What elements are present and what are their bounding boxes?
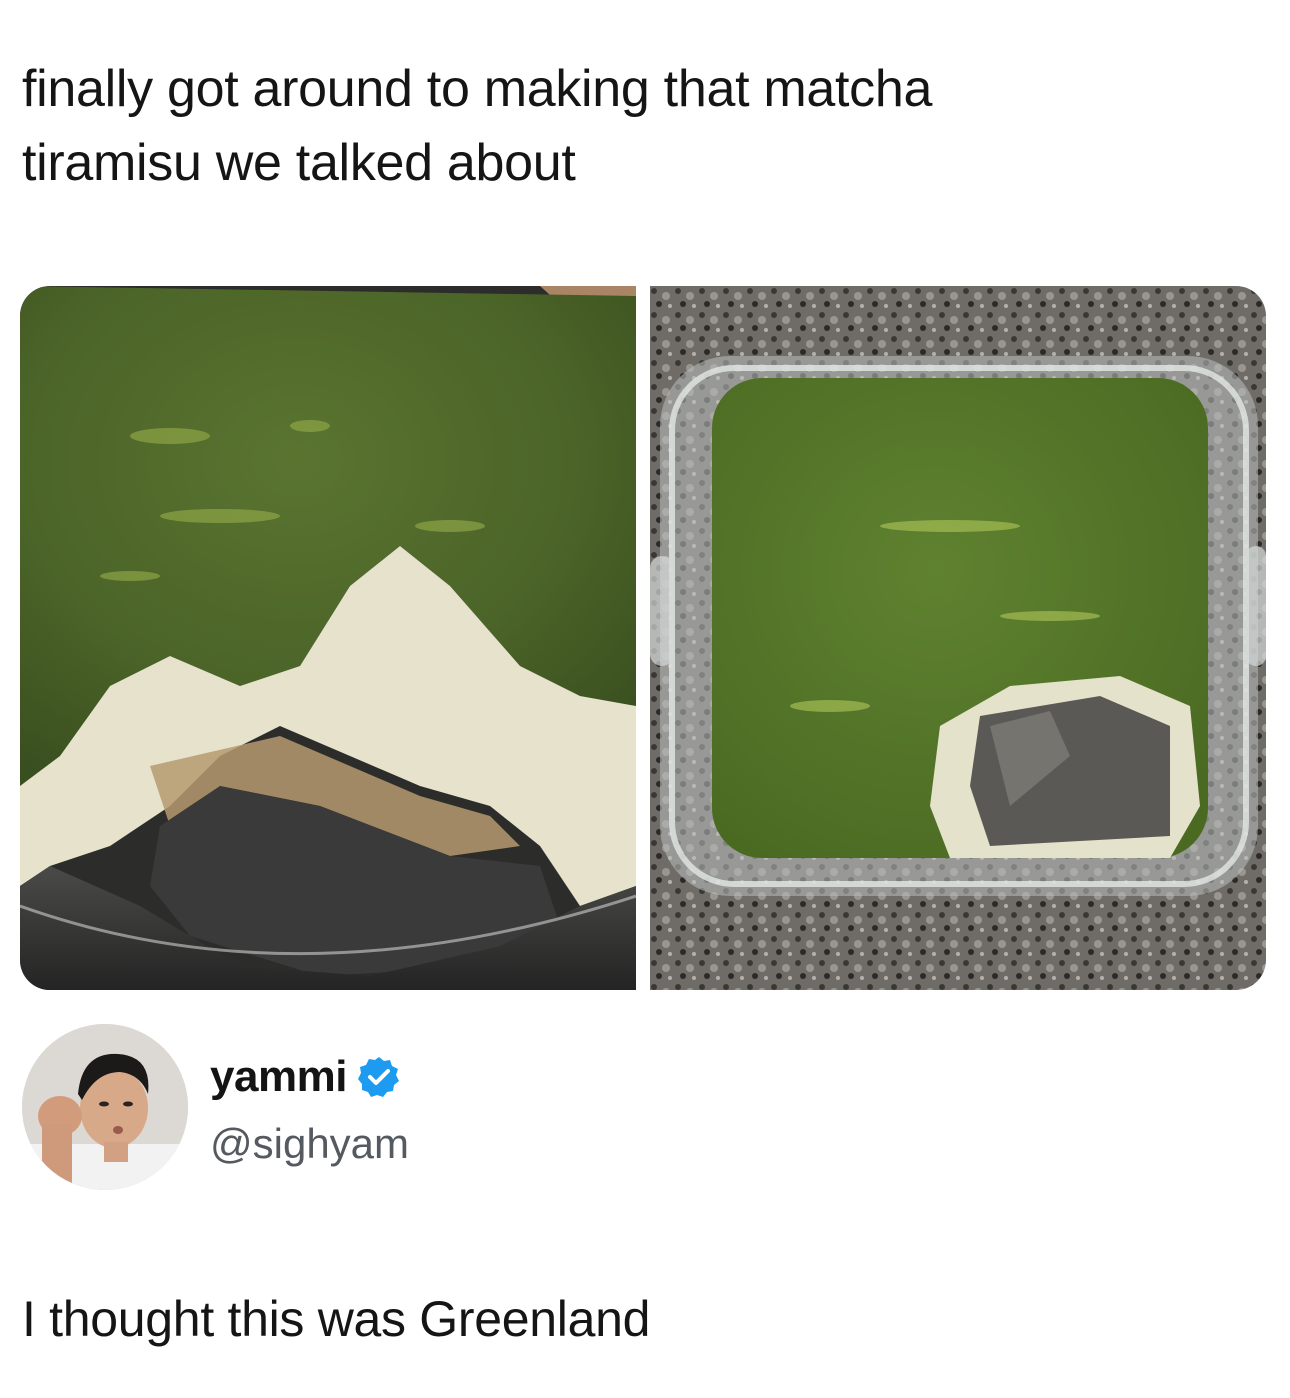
post-text-line-2: tiramisu we talked about	[22, 134, 576, 192]
avatar[interactable]	[22, 1024, 188, 1190]
author-display-name[interactable]: yammi	[210, 1052, 347, 1102]
tiramisu-closeup-photo[interactable]	[20, 286, 636, 990]
verified-badge-icon	[357, 1055, 401, 1099]
author-block[interactable]: yammi @sighyam	[22, 1024, 722, 1194]
author-handle[interactable]: @sighyam	[210, 1120, 409, 1168]
caption-text: I thought this was Greenland	[22, 1291, 651, 1347]
tiramisu-dish-photo[interactable]	[650, 286, 1266, 990]
post-text-line-1: finally got around to making that matcha	[22, 60, 933, 118]
photo-grid	[20, 286, 1266, 990]
author-name-row: yammi	[210, 1052, 401, 1102]
post-text: finally got around to making that matcha…	[22, 52, 1242, 200]
